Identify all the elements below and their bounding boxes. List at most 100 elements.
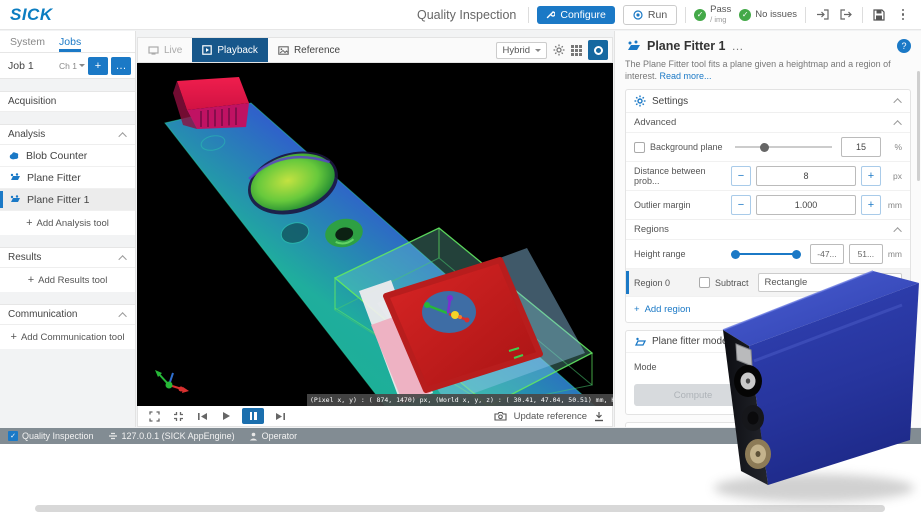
statusbar-app-label: Quality Inspection bbox=[22, 431, 94, 441]
divider bbox=[685, 7, 686, 23]
no-issues-label: No issues bbox=[755, 9, 797, 20]
view-mode-value: Hybrid bbox=[503, 45, 530, 56]
add-job-button[interactable]: + bbox=[88, 57, 108, 75]
camera-icon bbox=[494, 411, 507, 421]
pause-button[interactable] bbox=[242, 408, 264, 424]
wrench-icon bbox=[546, 10, 555, 19]
job-name[interactable]: Job 1 bbox=[8, 60, 56, 72]
download-icon[interactable] bbox=[594, 411, 604, 422]
communication-section: Communication + Add Communication tool bbox=[0, 304, 135, 349]
regions-header[interactable]: Regions bbox=[626, 219, 910, 239]
results-header[interactable]: Results bbox=[0, 247, 135, 268]
distance-increment-button[interactable]: + bbox=[861, 166, 881, 186]
mode-icon bbox=[634, 337, 646, 347]
point-cloud-canvas[interactable]: (Pixel x, y) : ( 874, 1470) px, (World x… bbox=[137, 63, 613, 406]
background-plane-value[interactable]: 15 bbox=[841, 137, 881, 157]
chevron-up-icon bbox=[118, 132, 126, 140]
plus-icon: + bbox=[11, 331, 17, 343]
job-selector-row: Job 1 Ch 1 + … bbox=[0, 53, 135, 79]
add-communication-tool-button[interactable]: + Add Communication tool bbox=[0, 325, 135, 349]
outlier-margin-label: Outlier margin bbox=[634, 200, 726, 210]
advanced-header[interactable]: Advanced bbox=[626, 112, 910, 132]
reference-label: Reference bbox=[294, 45, 340, 56]
pass-status-badge: ✓ Pass / img bbox=[694, 5, 731, 24]
logout-icon[interactable] bbox=[814, 7, 830, 23]
panel-more-menu[interactable]: … bbox=[732, 39, 745, 53]
chevron-up-icon bbox=[118, 312, 126, 320]
tab-live[interactable]: Live bbox=[138, 38, 192, 62]
divider bbox=[528, 7, 529, 23]
viewer-settings-gear-icon[interactable] bbox=[553, 44, 565, 56]
settings-label: Settings bbox=[652, 96, 688, 107]
image-icon bbox=[278, 46, 289, 55]
save-icon[interactable] bbox=[871, 7, 887, 23]
no-issues-badge: ✓ No issues bbox=[739, 9, 797, 21]
analysis-header[interactable]: Analysis bbox=[0, 124, 135, 145]
acquisition-section: Acquisition bbox=[0, 91, 135, 112]
panel-scrollbar[interactable] bbox=[917, 71, 920, 181]
more-menu-icon[interactable] bbox=[895, 7, 911, 23]
outlier-decrement-button[interactable]: − bbox=[731, 195, 751, 215]
background-plane-slider[interactable] bbox=[735, 146, 832, 148]
tool-label: Plane Fitter 1 bbox=[27, 194, 89, 206]
add-results-label: Add Results tool bbox=[38, 275, 107, 286]
fullscreen-icon[interactable] bbox=[146, 409, 162, 423]
distance-value[interactable]: 8 bbox=[756, 166, 856, 186]
sidebar-item-plane-fitter-1[interactable]: Plane Fitter 1 bbox=[0, 189, 135, 211]
fit-view-icon[interactable] bbox=[170, 409, 186, 423]
acquisition-header[interactable]: Acquisition bbox=[0, 91, 135, 112]
tab-reference[interactable]: Reference bbox=[268, 38, 350, 62]
divider bbox=[862, 7, 863, 23]
read-more-link[interactable]: Read more... bbox=[660, 71, 712, 81]
sidebar-item-blob-counter[interactable]: Blob Counter bbox=[0, 145, 135, 167]
configure-button[interactable]: Configure bbox=[537, 6, 615, 24]
sidebar-item-plane-fitter[interactable]: Plane Fitter bbox=[0, 167, 135, 189]
battery-shadow bbox=[714, 474, 914, 502]
plus-icon: + bbox=[26, 217, 32, 229]
app-logo-icon: ✓ bbox=[8, 431, 18, 441]
statusbar-host-label: 127.0.0.1 (SICK AppEngine) bbox=[122, 431, 235, 441]
view-toggle-button[interactable] bbox=[588, 40, 608, 60]
help-icon[interactable]: ? bbox=[897, 39, 911, 53]
check-icon: ✓ bbox=[739, 9, 751, 21]
job-channel-dropdown[interactable]: Ch 1 bbox=[59, 61, 85, 71]
regions-label: Regions bbox=[634, 224, 669, 235]
job-channel-label: Ch 1 bbox=[59, 61, 77, 71]
heightmap-3d-scene bbox=[137, 63, 613, 406]
tab-system[interactable]: System bbox=[10, 36, 45, 52]
panel-title: Plane Fitter 1 bbox=[647, 39, 726, 53]
play-icon[interactable] bbox=[218, 409, 234, 423]
chevron-up-icon bbox=[893, 98, 901, 106]
outlier-increment-button[interactable]: + bbox=[861, 195, 881, 215]
statusbar-user[interactable]: Operator bbox=[249, 431, 298, 441]
pass-sub-label: / img bbox=[710, 15, 726, 24]
tab-playback[interactable]: Playback bbox=[192, 38, 268, 62]
slider-knob[interactable] bbox=[760, 143, 769, 152]
view-mode-select[interactable]: Hybrid bbox=[496, 42, 547, 59]
distance-decrement-button[interactable]: − bbox=[731, 166, 751, 186]
chevron-down-icon bbox=[79, 64, 85, 70]
communication-header[interactable]: Communication bbox=[0, 304, 135, 325]
network-icon bbox=[108, 432, 118, 440]
left-sidebar: System Jobs Job 1 Ch 1 + … Acquisition A… bbox=[0, 31, 136, 427]
export-icon[interactable] bbox=[838, 7, 854, 23]
panel-description: The Plane Fitter tool fits a plane given… bbox=[625, 58, 911, 82]
background-plane-checkbox[interactable] bbox=[634, 142, 645, 153]
pixel-status-readout: (Pixel x, y) : ( 874, 1470) px, (World x… bbox=[307, 394, 613, 406]
skip-start-icon[interactable] bbox=[194, 409, 210, 423]
configure-label: Configure bbox=[560, 9, 606, 21]
step-forward-icon[interactable] bbox=[272, 409, 288, 423]
playback-controls: Update reference bbox=[137, 406, 613, 427]
outlier-value[interactable]: 1.000 bbox=[756, 195, 856, 215]
grid-view-icon[interactable] bbox=[571, 45, 582, 56]
job-more-button[interactable]: … bbox=[111, 57, 131, 75]
add-analysis-tool-button[interactable]: + Add Analysis tool bbox=[0, 211, 135, 235]
playback-label: Playback bbox=[217, 45, 258, 56]
plane-fitter-icon bbox=[8, 173, 21, 182]
update-reference-button[interactable]: Update reference bbox=[514, 411, 587, 422]
add-results-tool-button[interactable]: + Add Results tool bbox=[0, 268, 135, 292]
tab-jobs[interactable]: Jobs bbox=[59, 36, 81, 52]
viewer-area: Live Playback Reference Hybrid bbox=[137, 37, 613, 427]
settings-header[interactable]: Settings bbox=[626, 90, 910, 112]
run-button[interactable]: Run bbox=[623, 5, 677, 25]
